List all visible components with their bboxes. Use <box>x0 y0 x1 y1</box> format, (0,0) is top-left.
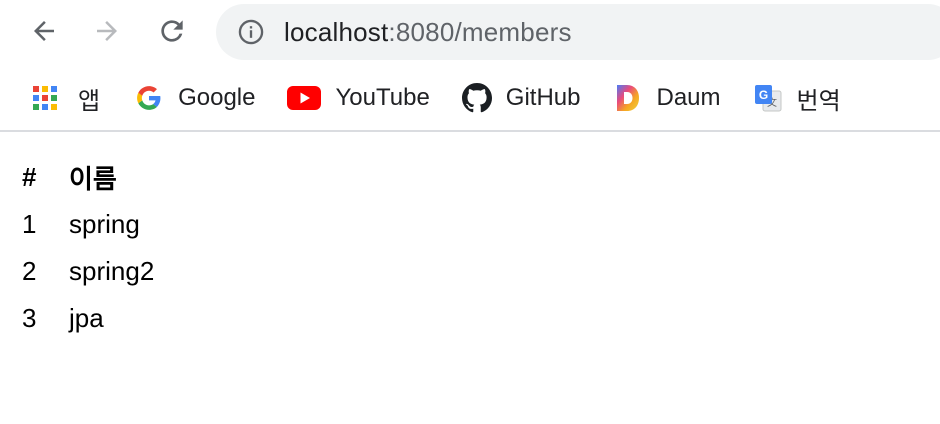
info-circle-icon[interactable] <box>237 18 265 46</box>
arrow-right-icon <box>97 21 117 41</box>
github-icon <box>461 83 492 113</box>
svg-text:G: G <box>758 88 767 102</box>
google-icon <box>134 83 164 113</box>
reload-button[interactable] <box>154 13 190 49</box>
member-id: 1 <box>22 208 37 239</box>
table-row: 2 spring2 <box>22 252 154 299</box>
member-id: 2 <box>22 255 37 286</box>
bookmark-label: YouTube <box>335 84 430 111</box>
reload-icon <box>161 20 183 42</box>
bookmark-google[interactable]: Google <box>124 78 265 118</box>
bookmark-youtube[interactable]: YouTube <box>277 78 439 118</box>
table-row: 1 spring <box>22 205 154 252</box>
daum-icon <box>613 83 643 113</box>
browser-toolbar: localhost:8080/members <box>0 0 940 66</box>
bookmark-label: 번역 <box>796 87 841 115</box>
url-host: localhost <box>284 16 389 47</box>
bookmark-label: Google <box>178 84 256 111</box>
apps-grid-icon <box>30 83 60 113</box>
member-name: spring2 <box>69 255 155 286</box>
table-row: 3 jpa <box>22 299 154 346</box>
bookmark-label: Daum <box>656 84 721 111</box>
bookmark-label: 앱 <box>78 87 101 115</box>
youtube-icon <box>287 83 322 113</box>
bookmark-label: GitHub <box>505 84 581 111</box>
member-id: 3 <box>22 302 37 333</box>
table-header-row: # 이름 <box>22 158 154 205</box>
column-header-name: 이름 <box>69 163 117 194</box>
members-table: # 이름 1 spring 2 spring2 3 jpa <box>22 158 154 346</box>
arrow-left-icon <box>34 21 54 41</box>
bookmark-translate[interactable]: 文 G 번역 <box>743 78 851 118</box>
url-text[interactable]: localhost:8080/members <box>284 17 572 48</box>
back-button[interactable] <box>26 13 62 49</box>
url-path: :8080/members <box>388 16 572 47</box>
column-header-id: # <box>22 161 37 192</box>
address-bar[interactable]: localhost:8080/members <box>216 4 940 60</box>
bookmarks-bar: 앱 Google YouTube GitHub Daum 文 G 번역 <box>0 66 940 132</box>
page-content: # 이름 1 spring 2 spring2 3 jpa <box>0 132 940 346</box>
member-name: jpa <box>69 302 104 333</box>
bookmark-github[interactable]: GitHub <box>452 78 591 118</box>
bookmark-daum[interactable]: Daum <box>603 78 731 118</box>
forward-button[interactable] <box>89 13 125 49</box>
google-translate-icon: 文 G <box>753 83 783 113</box>
bookmark-apps[interactable]: 앱 <box>20 78 110 118</box>
member-name: spring <box>69 208 140 239</box>
